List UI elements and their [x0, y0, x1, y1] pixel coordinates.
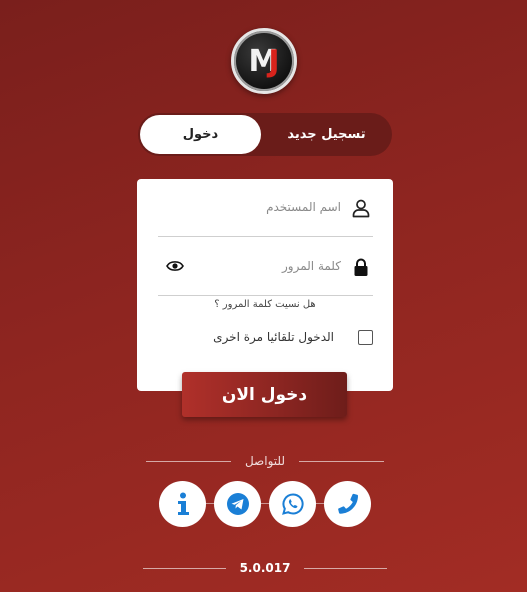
divider-line: [304, 567, 387, 569]
divider-line: [146, 460, 231, 462]
password-field[interactable]: كلمة المرور: [158, 238, 373, 296]
eye-icon[interactable]: [166, 259, 184, 273]
logo-letter-j: J: [268, 43, 280, 79]
phone-icon: [337, 493, 358, 514]
forgot-password-link[interactable]: هل نسيت كلمة المرور ؟: [137, 299, 393, 310]
tab-login[interactable]: دخول: [140, 115, 261, 154]
login-card: اسم المستخدم كلمة المرور هل نسيت كلمة ال…: [137, 179, 393, 391]
whatsapp-button[interactable]: [269, 481, 316, 527]
username-placeholder: اسم المستخدم: [266, 200, 341, 214]
phone-button[interactable]: [324, 481, 371, 527]
social-buttons: [159, 481, 371, 527]
version-row: 5.0.017: [143, 559, 387, 577]
tab-register[interactable]: تسجيل جديد: [263, 115, 390, 154]
lock-icon: [354, 258, 368, 276]
user-icon: [352, 199, 370, 218]
divider-line: [143, 567, 226, 569]
info-icon: [177, 492, 189, 515]
whatsapp-icon: [281, 493, 304, 515]
username-field[interactable]: اسم المستخدم: [158, 179, 373, 237]
remember-me: الدخول تلقائيا مرة اخرى: [213, 328, 373, 346]
app-version: 5.0.017: [239, 561, 291, 575]
divider-line: [299, 460, 384, 462]
telegram-button[interactable]: [214, 481, 261, 527]
telegram-icon: [226, 493, 249, 515]
password-placeholder: كلمة المرور: [281, 259, 341, 273]
info-button[interactable]: [159, 481, 206, 527]
remember-me-label: الدخول تلقائيا مرة اخرى: [213, 330, 334, 344]
remember-me-checkbox[interactable]: [358, 329, 373, 345]
auth-tabs: دخول تسجيل جديد: [138, 113, 392, 156]
contact-label: للتواصل: [244, 454, 286, 468]
login-button[interactable]: دخول الان: [182, 372, 347, 417]
app-logo: MJ: [231, 28, 297, 94]
contact-divider: للتواصل: [146, 452, 384, 470]
